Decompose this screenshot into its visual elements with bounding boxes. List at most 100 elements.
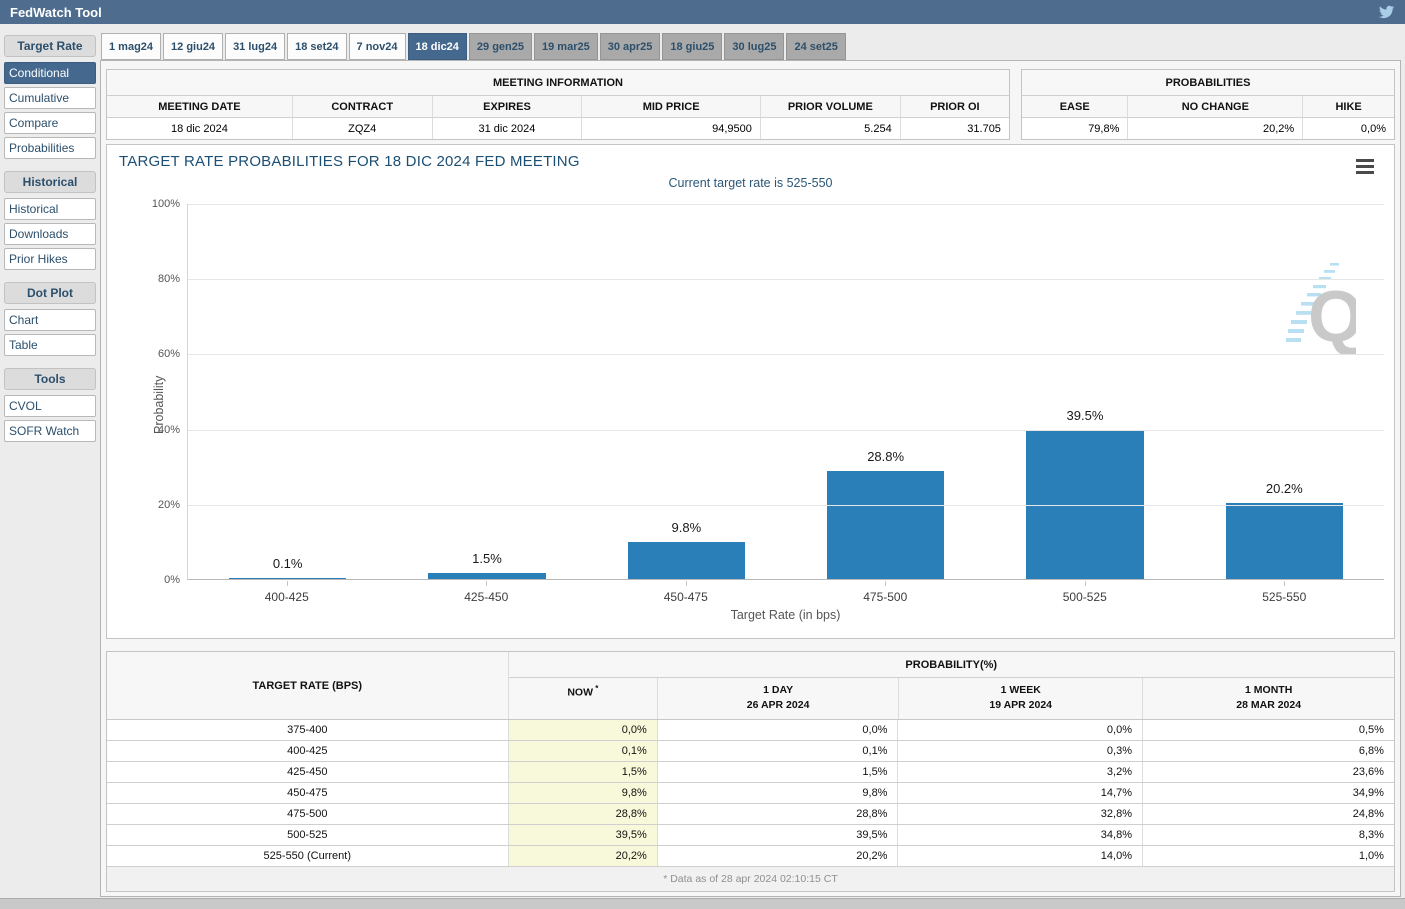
prob-header-no-change: NO CHANGE [1128, 96, 1303, 117]
y-tick-label: 0% [136, 574, 180, 586]
probability-group-header: PROBABILITY(%) [509, 652, 1394, 678]
twitter-icon[interactable] [1379, 5, 1395, 19]
bar-slot: 1.5% [387, 204, 586, 579]
prob-cell: 8,3% [1143, 825, 1394, 845]
prob-cell: 39,5% [509, 825, 658, 845]
sidebar-item-probabilities[interactable]: Probabilities [4, 137, 96, 159]
plot-area: Probability 0.1%1.5%9.8%28.8%39.5%20.2% [187, 204, 1384, 580]
prob-cell: 0,0% [658, 720, 899, 740]
prob-header-ease: EASE [1022, 96, 1128, 117]
prob-cell: 34,8% [898, 825, 1143, 845]
bar-450-475[interactable] [628, 542, 746, 579]
meeting-header-meeting-date: MEETING DATE [107, 96, 293, 117]
sidebar-item-sofr-watch[interactable]: SOFR Watch [4, 420, 96, 442]
tab-30-apr25[interactable]: 30 apr25 [600, 33, 661, 60]
prob-cell: 28,8% [658, 804, 899, 824]
tab-12-giu24[interactable]: 12 giu24 [163, 33, 223, 60]
prob-cell: 0,1% [658, 741, 899, 761]
prob-col-header-now: NOW * [509, 678, 659, 719]
prob-value-hike: 0,0% [1303, 118, 1394, 139]
prob-header-hike: HIKE [1303, 96, 1394, 117]
chart-menu-icon[interactable] [1356, 159, 1374, 177]
date-tabs: 1 mag2412 giu2431 lug2418 set247 nov2418… [101, 33, 1401, 60]
sidebar-section-historical: Historical [4, 171, 96, 193]
prob-col-header-1-week: 1 WEEK19 APR 2024 [899, 678, 1143, 719]
tab-18-giu25[interactable]: 18 giu25 [662, 33, 722, 60]
meeting-header-expires: EXPIRES [433, 96, 583, 117]
sidebar-item-cvol[interactable]: CVOL [4, 395, 96, 417]
y-tick-label: 20% [136, 499, 180, 511]
meeting-value-expires: 31 dic 2024 [433, 118, 583, 139]
bar-475-500[interactable] [827, 471, 945, 579]
tab-29-gen25[interactable]: 29 gen25 [469, 33, 532, 60]
rate-cell: 450-475 [107, 783, 509, 803]
bar-400-425[interactable] [229, 578, 347, 580]
table-row: 450-4759,8%9,8%14,7%34,9% [107, 783, 1394, 804]
tab-18-dic24[interactable]: 18 dic24 [408, 33, 467, 60]
rate-cell: 425-450 [107, 762, 509, 782]
horizontal-scrollbar[interactable] [0, 898, 1405, 909]
x-category-label: 400-425 [187, 581, 387, 604]
bar-value-label: 9.8% [587, 520, 786, 535]
x-category-label: 500-525 [985, 581, 1185, 604]
sidebar-item-conditional[interactable]: Conditional [4, 62, 96, 84]
bar-425-450[interactable] [428, 573, 546, 579]
sidebar-item-downloads[interactable]: Downloads [4, 223, 96, 245]
quikstrike-watermark: Q [1286, 259, 1356, 359]
prob-cell: 0,0% [509, 720, 658, 740]
top-bar: FedWatch Tool [0, 0, 1405, 24]
prob-cell: 20,2% [509, 846, 658, 866]
prob-cell: 28,8% [509, 804, 658, 824]
sidebar-section-tools: Tools [4, 368, 96, 390]
sidebar-item-prior-hikes[interactable]: Prior Hikes [4, 248, 96, 270]
y-tick-label: 40% [136, 424, 180, 436]
sidebar-item-cumulative[interactable]: Cumulative [4, 87, 96, 109]
meeting-value-mid-price: 94,9500 [582, 118, 761, 139]
prob-cell: 14,0% [898, 846, 1143, 866]
prob-value-no-change: 20,2% [1128, 118, 1303, 139]
probability-table: TARGET RATE (BPS) PROBABILITY(%) NOW *1 … [106, 651, 1395, 892]
sidebar-item-chart[interactable]: Chart [4, 309, 96, 331]
tab-7-nov24[interactable]: 7 nov24 [349, 33, 406, 60]
prob-cell: 39,5% [658, 825, 899, 845]
bar-slot: 39.5% [985, 204, 1184, 579]
rate-cell: 475-500 [107, 804, 509, 824]
prob-cell: 0,5% [1143, 720, 1394, 740]
x-category-label: 475-500 [786, 581, 986, 604]
grid-line [188, 354, 1384, 355]
grid-line [188, 204, 1384, 205]
sidebar-item-compare[interactable]: Compare [4, 112, 96, 134]
prob-cell: 1,5% [509, 762, 658, 782]
probabilities-headers: EASENO CHANGEHIKE [1022, 96, 1394, 118]
prob-cell: 32,8% [898, 804, 1143, 824]
prob-cell: 0,0% [898, 720, 1143, 740]
rate-cell: 500-525 [107, 825, 509, 845]
prob-table-header: TARGET RATE (BPS) PROBABILITY(%) NOW *1 … [107, 652, 1394, 720]
probabilities-values: 79,8%20,2%0,0% [1022, 118, 1394, 139]
prob-col-header-1-month: 1 MONTH28 MAR 2024 [1143, 678, 1394, 719]
tab-19-mar25[interactable]: 19 mar25 [534, 33, 598, 60]
rate-cell: 400-425 [107, 741, 509, 761]
bar-value-label: 0.1% [188, 556, 387, 571]
tab-31-lug24[interactable]: 31 lug24 [225, 33, 285, 60]
tab-30-lug25[interactable]: 30 lug25 [724, 33, 784, 60]
sidebar-item-historical[interactable]: Historical [4, 198, 96, 220]
meeting-header-prior-oi: PRIOR OI [901, 96, 1009, 117]
bar-value-label: 28.8% [786, 449, 985, 464]
tab-24-set25[interactable]: 24 set25 [786, 33, 845, 60]
prob-cell: 1,5% [658, 762, 899, 782]
x-axis-labels: 400-425425-450450-475475-500500-525525-5… [187, 581, 1384, 604]
prob-value-ease: 79,8% [1022, 118, 1128, 139]
prob-table-subheaders: NOW *1 DAY26 APR 20241 WEEK19 APR 20241 … [509, 678, 1394, 719]
svg-text:Q: Q [1308, 277, 1356, 354]
meeting-information-title: MEETING INFORMATION [107, 70, 1009, 96]
tab-18-set24[interactable]: 18 set24 [287, 33, 346, 60]
bar-value-label: 20.2% [1185, 481, 1384, 496]
tab-1-mag24[interactable]: 1 mag24 [101, 33, 161, 60]
table-row: 425-4501,5%1,5%3,2%23,6% [107, 762, 1394, 783]
sidebar-item-table[interactable]: Table [4, 334, 96, 356]
bar-525-550[interactable] [1226, 503, 1344, 579]
probabilities-title: PROBABILITIES [1022, 70, 1394, 96]
target-rate-bps-header: TARGET RATE (BPS) [107, 652, 509, 719]
x-category-label: 450-475 [586, 581, 786, 604]
